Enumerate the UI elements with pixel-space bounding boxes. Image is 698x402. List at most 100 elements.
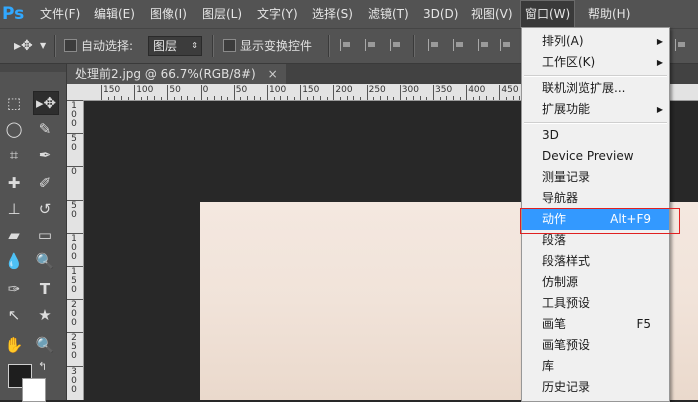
- menu-item-label: 联机浏览扩展...: [542, 81, 626, 95]
- quick-select-tool-icon[interactable]: ✎: [33, 118, 57, 140]
- menu-help[interactable]: 帮助(H): [584, 0, 634, 28]
- menu-item-label: 工具预设: [542, 296, 591, 310]
- ruler-major-tick: [466, 85, 468, 100]
- window-menu-item[interactable]: 历史记录: [522, 377, 669, 398]
- menu-item-label: 测量记录: [542, 170, 591, 184]
- align-hcenter-icon[interactable]: [453, 39, 466, 51]
- auto-select-dropdown[interactable]: 图层 ⇕: [148, 36, 202, 56]
- divider: [413, 35, 415, 57]
- auto-select-checkbox[interactable]: [64, 39, 77, 52]
- window-menu-item[interactable]: 工作区(K) ▶: [522, 52, 669, 73]
- window-menu-item[interactable]: 库: [522, 356, 669, 377]
- menu-filter[interactable]: 滤镜(T): [364, 0, 413, 28]
- ruler-label: 100: [269, 85, 287, 95]
- ruler-minor-tick: [273, 97, 275, 100]
- menu-layer[interactable]: 图层(L): [198, 0, 246, 28]
- blur-tool-icon[interactable]: 💧: [2, 250, 26, 272]
- type-tool-icon[interactable]: T: [33, 278, 57, 300]
- pen-tool-icon[interactable]: ✑: [2, 278, 26, 300]
- healing-brush-tool-icon[interactable]: ✚: [2, 172, 26, 194]
- crop-tool-icon[interactable]: ⌗: [2, 144, 26, 166]
- history-brush-tool-icon[interactable]: ↺: [33, 198, 57, 220]
- menu-view[interactable]: 视图(V): [467, 0, 517, 28]
- window-menu-item[interactable]: 排列(A) ▶: [522, 31, 669, 52]
- eraser-tool-icon[interactable]: ▰: [2, 224, 26, 246]
- window-menu-item[interactable]: 画笔 F5: [522, 314, 669, 335]
- window-menu-item[interactable]: 仿制源: [522, 272, 669, 293]
- ruler-minor-tick: [512, 96, 514, 100]
- ruler-minor-tick: [220, 96, 222, 100]
- hand-tool-icon[interactable]: ✋: [2, 334, 26, 356]
- ruler-major-tick: [200, 85, 202, 100]
- ruler-label: 50: [235, 85, 248, 95]
- window-menu-item[interactable]: 工具预设: [522, 293, 669, 314]
- swap-colors-icon[interactable]: ↰: [38, 360, 47, 373]
- menu-item-label: 画笔: [542, 317, 567, 331]
- window-menu-item[interactable]: 段落样式: [522, 251, 669, 272]
- ruler-major-tick: [433, 85, 434, 100]
- window-menu-item[interactable]: 联机浏览扩展...: [522, 78, 669, 99]
- show-transform-checkbox[interactable]: [223, 39, 236, 52]
- distribute-icon[interactable]: [500, 39, 513, 51]
- close-icon[interactable]: ×: [268, 67, 278, 81]
- menu-3d[interactable]: 3D(D): [419, 0, 462, 28]
- ruler-minor-tick: [393, 97, 395, 100]
- ruler-minor-tick: [227, 97, 229, 100]
- ruler-label: 150: [71, 267, 77, 295]
- menu-item-label: 导航器: [542, 191, 579, 205]
- align-top-icon[interactable]: [340, 39, 353, 51]
- background-color-swatch[interactable]: [22, 378, 46, 402]
- window-menu-item[interactable]: 3D: [522, 125, 669, 146]
- align-bottom-icon[interactable]: [390, 39, 403, 51]
- gradient-tool-icon[interactable]: ▭: [33, 224, 57, 246]
- marquee-tool-icon[interactable]: ⬚: [2, 92, 26, 114]
- photoshop-logo: Ps: [2, 4, 25, 24]
- window-menu-item[interactable]: Device Preview: [522, 146, 669, 167]
- ruler-major-tick: [233, 85, 235, 100]
- zoom-tool-icon[interactable]: 🔍: [33, 334, 57, 356]
- ruler-label: 150: [302, 85, 320, 95]
- ruler-minor-tick: [213, 96, 215, 100]
- ruler-label: 300: [71, 366, 77, 395]
- align-right-icon[interactable]: [478, 39, 491, 51]
- menu-file[interactable]: 文件(F): [36, 0, 84, 28]
- tools-panel-grip[interactable]: [0, 64, 66, 72]
- ruler-minor-tick: [187, 96, 189, 100]
- move-tool-icon[interactable]: ▸✥: [33, 91, 59, 115]
- align-left-icon[interactable]: [428, 39, 441, 51]
- move-tool-icon[interactable]: ▸✥: [14, 37, 33, 55]
- ruler-minor-tick: [114, 96, 116, 100]
- chevron-down-icon[interactable]: ▼: [40, 37, 46, 55]
- brush-tool-icon[interactable]: ✐: [33, 172, 57, 194]
- menu-window[interactable]: 窗口(W): [520, 0, 576, 28]
- ruler-minor-tick: [253, 96, 255, 100]
- window-menu-item[interactable]: 扩展功能 ▶: [522, 99, 669, 120]
- document-tab[interactable]: 处理前2.jpg @ 66.7%(RGB/8#) ×: [67, 64, 286, 84]
- menu-edit[interactable]: 编辑(E): [90, 0, 139, 28]
- menu-image[interactable]: 图像(I): [146, 0, 191, 28]
- ruler-minor-tick: [426, 97, 428, 100]
- lasso-tool-icon[interactable]: ◯: [2, 118, 26, 140]
- menu-bar: Ps 文件(F) 编辑(E) 图像(I) 图层(L) 文字(Y) 选择(S) 滤…: [0, 0, 698, 28]
- dodge-tool-icon[interactable]: 🔍: [33, 250, 57, 272]
- menu-select[interactable]: 选择(S): [308, 0, 357, 28]
- path-select-tool-icon[interactable]: ↖: [2, 304, 26, 326]
- distribute-right-icon[interactable]: [675, 39, 688, 51]
- window-menu-item[interactable]: 导航器: [522, 188, 669, 209]
- ruler-minor-tick: [353, 96, 355, 100]
- ruler-label: 50: [71, 200, 77, 220]
- document-tab-title: 处理前2.jpg @ 66.7%(RGB/8#): [75, 67, 256, 81]
- window-menu-item[interactable]: 测量记录: [522, 167, 669, 188]
- ruler-label: 250: [368, 85, 386, 95]
- ruler-minor-tick: [247, 96, 249, 100]
- ruler-minor-tick: [379, 96, 381, 100]
- clone-stamp-tool-icon[interactable]: ⊥: [2, 198, 26, 220]
- ruler-minor-tick: [446, 96, 448, 100]
- align-vcenter-icon[interactable]: [365, 39, 378, 51]
- ruler-minor-tick: [260, 97, 262, 100]
- shape-tool-icon[interactable]: ★: [33, 304, 57, 326]
- ruler-major-tick: [134, 85, 136, 100]
- menu-type[interactable]: 文字(Y): [253, 0, 302, 28]
- eyedropper-tool-icon[interactable]: ✒: [33, 144, 57, 166]
- window-menu-item[interactable]: 画笔预设: [522, 335, 669, 356]
